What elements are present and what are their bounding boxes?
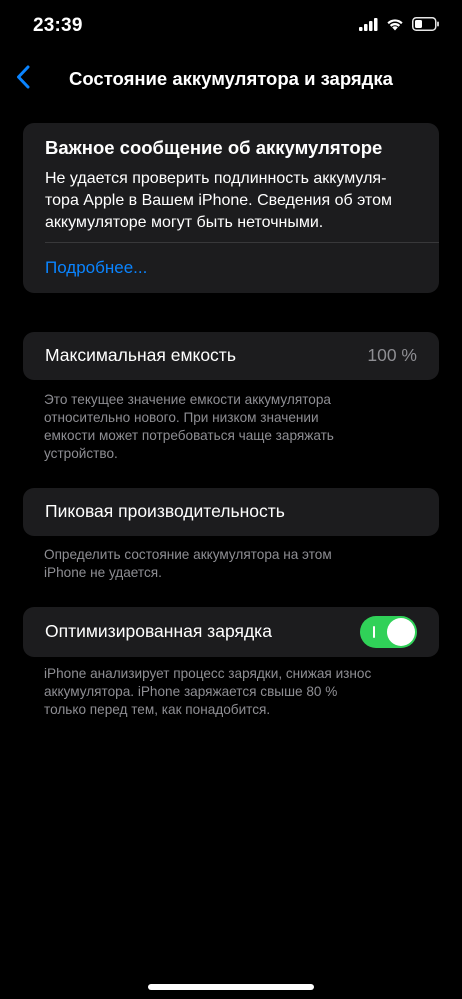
footnote-line: устройство. xyxy=(44,446,118,461)
toggle-on-indicator xyxy=(373,626,375,638)
alert-message: Не удается проверить подлинность аккумул… xyxy=(45,168,425,234)
footnote-line: относительно нового. При низком значении xyxy=(44,410,319,425)
optimized-charging-row: Оптимизированная зарядка xyxy=(23,607,439,657)
battery-alert-card: Важное сообщение об аккумуляторе Не удае… xyxy=(23,123,439,293)
home-indicator[interactable] xyxy=(148,984,314,990)
footnote-line: iPhone не удается. xyxy=(44,565,162,580)
max-capacity-label: Максимальная емкость xyxy=(45,345,236,365)
alert-message-line: Не удается проверить подлинность аккумул… xyxy=(45,170,387,187)
max-capacity-row: Максимальная емкость 100 % xyxy=(23,332,439,380)
optimized-charging-label: Оптимизированная зарядка xyxy=(45,621,272,641)
optimized-charging-footnote: iPhone анализирует процесс зарядки, сниж… xyxy=(44,665,424,719)
max-capacity-footnote: Это текущее значение емкости аккумулятор… xyxy=(44,391,394,463)
status-bar: 23:39 xyxy=(0,0,462,54)
alert-title: Важное сообщение об аккумуляторе xyxy=(45,137,383,158)
footnote-line: iPhone анализирует процесс зарядки, сниж… xyxy=(44,666,372,681)
alert-divider xyxy=(45,242,439,243)
footnote-line: Определить состояние аккумулятора на это… xyxy=(44,547,332,562)
footnote-line: емкости может потребоваться чаще заряжат… xyxy=(44,428,334,443)
wifi-icon xyxy=(386,18,404,36)
battery-icon xyxy=(412,17,440,36)
status-time: 23:39 xyxy=(33,15,83,36)
peak-performance-row: Пиковая производительность xyxy=(23,488,439,536)
page-title: Состояние аккумулятора и зарядка xyxy=(69,68,393,89)
learn-more-link[interactable]: Подробнее... xyxy=(45,258,147,278)
status-icons xyxy=(359,17,440,36)
alert-message-line: тора Apple в Вашем iPhone. Сведения об э… xyxy=(45,192,392,209)
navigation-bar: Состояние аккумулятора и зарядка xyxy=(0,56,462,100)
footnote-line: Это текущее значение емкости аккумулятор… xyxy=(44,392,331,407)
optimized-charging-toggle[interactable] xyxy=(360,616,417,648)
max-capacity-value: 100 % xyxy=(367,345,417,365)
toggle-knob xyxy=(387,618,415,646)
cellular-signal-icon xyxy=(359,17,378,36)
footnote-line: аккумулятора. iPhone заряжается свыше 80… xyxy=(44,684,338,699)
peak-performance-label: Пиковая производительность xyxy=(45,501,285,521)
alert-message-line: аккумуляторе могут быть неточными. xyxy=(45,214,324,231)
peak-performance-footnote: Определить состояние аккумулятора на это… xyxy=(44,546,394,582)
footnote-line: только перед тем, как понадобится. xyxy=(44,702,271,717)
